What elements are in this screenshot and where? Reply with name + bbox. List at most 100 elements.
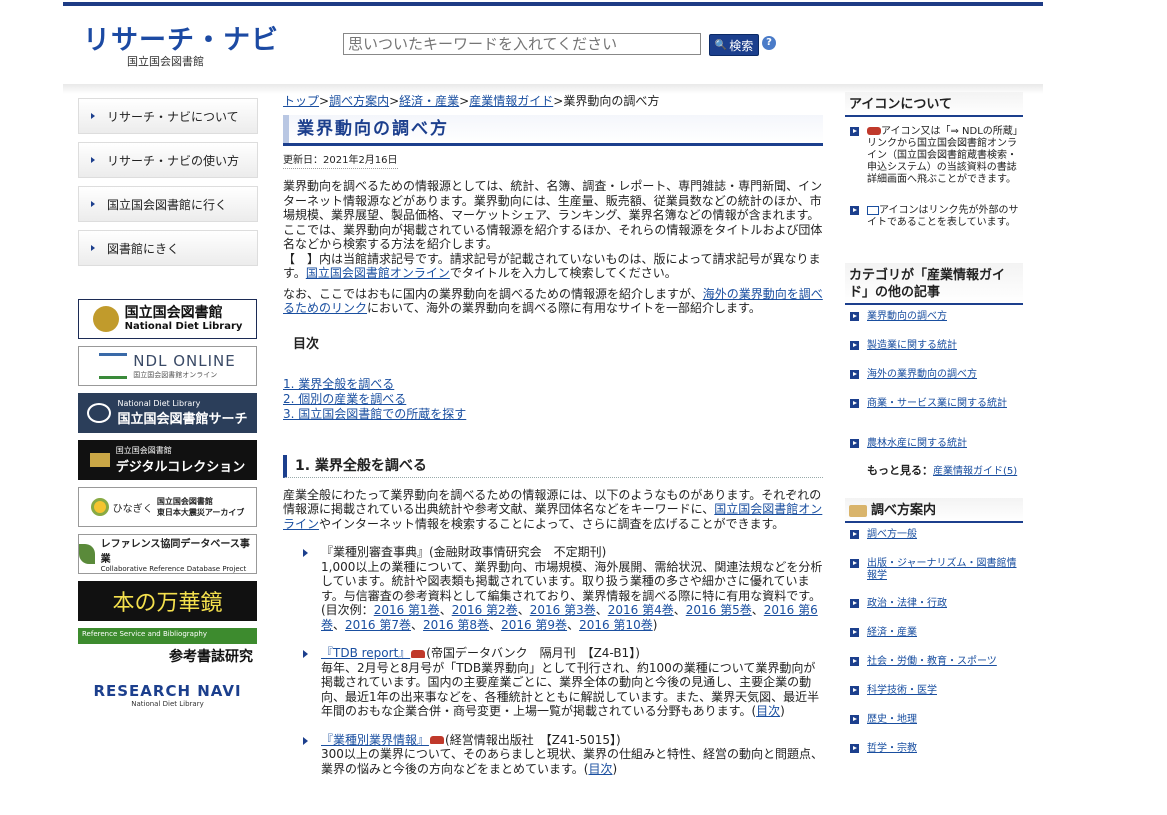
guide-link[interactable]: 政治・法律・行政 [867, 598, 947, 609]
volume-link[interactable]: 2016 第4巻 [608, 603, 674, 617]
more-link[interactable]: 産業情報ガイド(5) [933, 466, 1017, 477]
volume-link[interactable]: 2016 第5巻 [686, 603, 752, 617]
nav-visit-ndl[interactable]: 国立国会図書館に行く [78, 186, 258, 222]
guide-item[interactable]: 歴史・地理 [845, 714, 1023, 743]
category-link[interactable]: 農林水産に関する統計 [867, 438, 967, 449]
bullet-icon [850, 341, 859, 350]
entry-2-end: ) [780, 704, 785, 718]
category-item[interactable]: 商業・サービス業に関する統計 [845, 398, 1023, 438]
volume-link[interactable]: 2016 第10巻 [579, 618, 653, 632]
banner-online-title: NDL ONLINE [133, 352, 236, 370]
volume-link[interactable]: 2016 第2巻 [452, 603, 518, 617]
banner-digital-sub: 国立国会図書館 [115, 446, 172, 455]
guide-item[interactable]: 哲学・宗教 [845, 743, 1023, 772]
guide-link[interactable]: 経済・産業 [867, 627, 917, 638]
nav-label: 図書館にきく [107, 241, 180, 256]
intro-paragraph: 業界動向を調べるための情報源としては、統計、名簿、調査・レポート、専門雑誌・専門… [283, 179, 823, 281]
banner-ndl-online[interactable]: NDL ONLINE 国立国会図書館オンライン [78, 346, 257, 386]
category-link[interactable]: 海外の業界動向の調べ方 [867, 369, 977, 380]
site-logo-title[interactable]: リサーチ・ナビ [83, 18, 279, 57]
toc-link-2[interactable]: 2. 個別の産業を調べる [283, 392, 406, 406]
category-link[interactable]: 商業・サービス業に関する統計 [867, 398, 1007, 409]
entry-2-link[interactable]: 『TDB report』 [321, 646, 410, 660]
banner-digital-collection[interactable]: 国立国会図書館 デジタルコレクション [78, 440, 257, 480]
site-logo-subtitle: 国立国会図書館 [127, 55, 204, 68]
nav-about[interactable]: リサーチ・ナビについて [78, 98, 258, 134]
ndl-online-link[interactable]: 国立国会図書館オンライン [306, 266, 450, 280]
ndl-book-icon[interactable] [430, 736, 445, 744]
breadcrumb-top[interactable]: トップ [283, 94, 319, 108]
breadcrumb-sep: > [553, 94, 564, 108]
category-item[interactable]: 製造業に関する統計 [845, 340, 1023, 369]
category-item[interactable]: 海外の業界動向の調べ方 [845, 369, 1023, 398]
nav-ask-library[interactable]: 図書館にきく [78, 230, 258, 266]
volume-link[interactable]: 2016 第8巻 [423, 618, 489, 632]
guide-item[interactable]: 調べ方一般 [845, 529, 1023, 558]
bullet-icon [850, 686, 859, 695]
breadcrumb-industry[interactable]: 産業情報ガイド [469, 94, 553, 108]
volume-link[interactable]: 2016 第9巻 [501, 618, 567, 632]
icon-explain-book: アイコン又は「⇒ NDLの所蔵」リンクから国立国会図書館オンライン（国立国会図書… [845, 126, 1023, 186]
entry-3-link[interactable]: 『業種別業界情報』 [321, 733, 429, 747]
breadcrumb-current: 業界動向の調べ方 [563, 94, 660, 108]
help-icon[interactable]: ? [762, 36, 776, 50]
category-list: 業界動向の調べ方 製造業に関する統計 海外の業界動向の調べ方 商業・サービス業に… [845, 311, 1023, 460]
breadcrumb-econ[interactable]: 経済・産業 [399, 94, 459, 108]
overseas-paragraph: なお、ここではおもに国内の業界動向を調べるための情報源を紹介しますが、海外の業界… [283, 287, 823, 316]
right-sidebar: アイコンについて アイコン又は「⇒ NDLの所蔵」リンクから国立国会図書館オンラ… [845, 92, 1023, 772]
banner-kaleidoscope[interactable]: 本の万華鏡 [78, 581, 257, 621]
banner-bibliography[interactable]: Reference Service and Bibliography 参考書誌研… [78, 628, 257, 668]
banner-list: 国立国会図書館 National Diet Library NDL ONLINE… [78, 299, 258, 722]
section-1-text-end: やインターネット情報を検索することによって、さらに調査を広げることができます。 [319, 516, 785, 531]
bullet-icon [850, 127, 859, 136]
guide-link[interactable]: 社会・労働・教育・スポーツ [867, 656, 997, 667]
guide-item[interactable]: 科学技術・医学 [845, 685, 1023, 714]
category-item[interactable]: 業界動向の調べ方 [845, 311, 1023, 340]
breadcrumb: トップ>調べ方案内>経済・産業>産業情報ガイド>業界動向の調べ方 [283, 92, 823, 109]
volume-link[interactable]: 2016 第3巻 [530, 603, 596, 617]
ndl-book-icon [867, 127, 881, 135]
bullet-icon [850, 559, 859, 568]
entry-2-toc-link[interactable]: 目次 [756, 704, 780, 718]
guide-link[interactable]: 調べ方一般 [867, 529, 917, 540]
bullet-icon [850, 370, 859, 379]
banner-search-sub: National Diet Library [117, 399, 201, 408]
ndl-book-icon[interactable] [411, 649, 426, 658]
banner-ndl-search[interactable]: National Diet Library 国立国会図書館サーチ [78, 393, 257, 433]
guide-item[interactable]: 経済・産業 [845, 627, 1023, 656]
title-rule [283, 143, 823, 146]
entry-3-toc-link[interactable]: 目次 [588, 762, 612, 776]
site-header: リサーチ・ナビ 国立国会図書館 🔍 検索 ? [0, 6, 1167, 86]
book-icon [849, 504, 867, 517]
toc-link-1[interactable]: 1. 業界全般を調べる [283, 377, 394, 391]
guide-link[interactable]: 出版・ジャーナリズム・図書館情報学 [867, 558, 1017, 581]
nav-label: リサーチ・ナビについて [107, 109, 239, 124]
entry-2-text: 毎年、2月号と8月号が「TDB業界動向」として刊行され、約100の業種について業… [321, 660, 820, 719]
toc-link-3[interactable]: 3. 国立国会図書館での所蔵を探す [283, 407, 466, 421]
icon2-text: アイコンはリンク先が外部のサイトであることを表しています。 [867, 205, 1019, 228]
volume-link[interactable]: 2016 第7巻 [345, 618, 411, 632]
banner-himawari-r2: 東日本大震災アーカイブ [156, 508, 245, 517]
banner-research-navi[interactable]: RESEARCH NAVI National Diet Library [78, 675, 257, 715]
guide-item[interactable]: 出版・ジャーナリズム・図書館情報学 [845, 558, 1023, 598]
guide-item[interactable]: 社会・労働・教育・スポーツ [845, 656, 1023, 685]
category-link[interactable]: 製造業に関する統計 [867, 340, 957, 351]
search-input[interactable] [343, 33, 701, 55]
banner-himawari[interactable]: ひなぎく 国立国会図書館 東日本大震災アーカイブ [78, 487, 257, 527]
banner-crd[interactable]: レファレンス協同データベース事業 Collaborative Reference… [78, 534, 257, 574]
volume-link[interactable]: 2016 第1巻 [374, 603, 440, 617]
nav-howto[interactable]: リサーチ・ナビの使い方 [78, 142, 258, 178]
search-button[interactable]: 🔍 検索 [709, 34, 759, 56]
banner-ndl[interactable]: 国立国会図書館 National Diet Library [78, 299, 257, 339]
guide-link[interactable]: 歴史・地理 [867, 714, 917, 725]
guide-item[interactable]: 政治・法律・行政 [845, 598, 1023, 627]
guide-link[interactable]: 科学技術・医学 [867, 685, 937, 696]
ndl-online-logo-icon [99, 353, 128, 379]
entry-gyoshubetsu-gyokai: 『業種別業界情報』 (経営情報出版社 【Z41-5015】) 300以上の業界につ… [303, 733, 823, 777]
guide-title: 調べ方案内 [871, 503, 937, 518]
category-link[interactable]: 業界動向の調べ方 [867, 311, 947, 322]
category-item[interactable]: 農林水産に関する統計 [845, 438, 1023, 460]
bullet-icon [850, 206, 859, 215]
guide-link[interactable]: 哲学・宗教 [867, 743, 917, 754]
breadcrumb-guide[interactable]: 調べ方案内 [329, 94, 389, 108]
